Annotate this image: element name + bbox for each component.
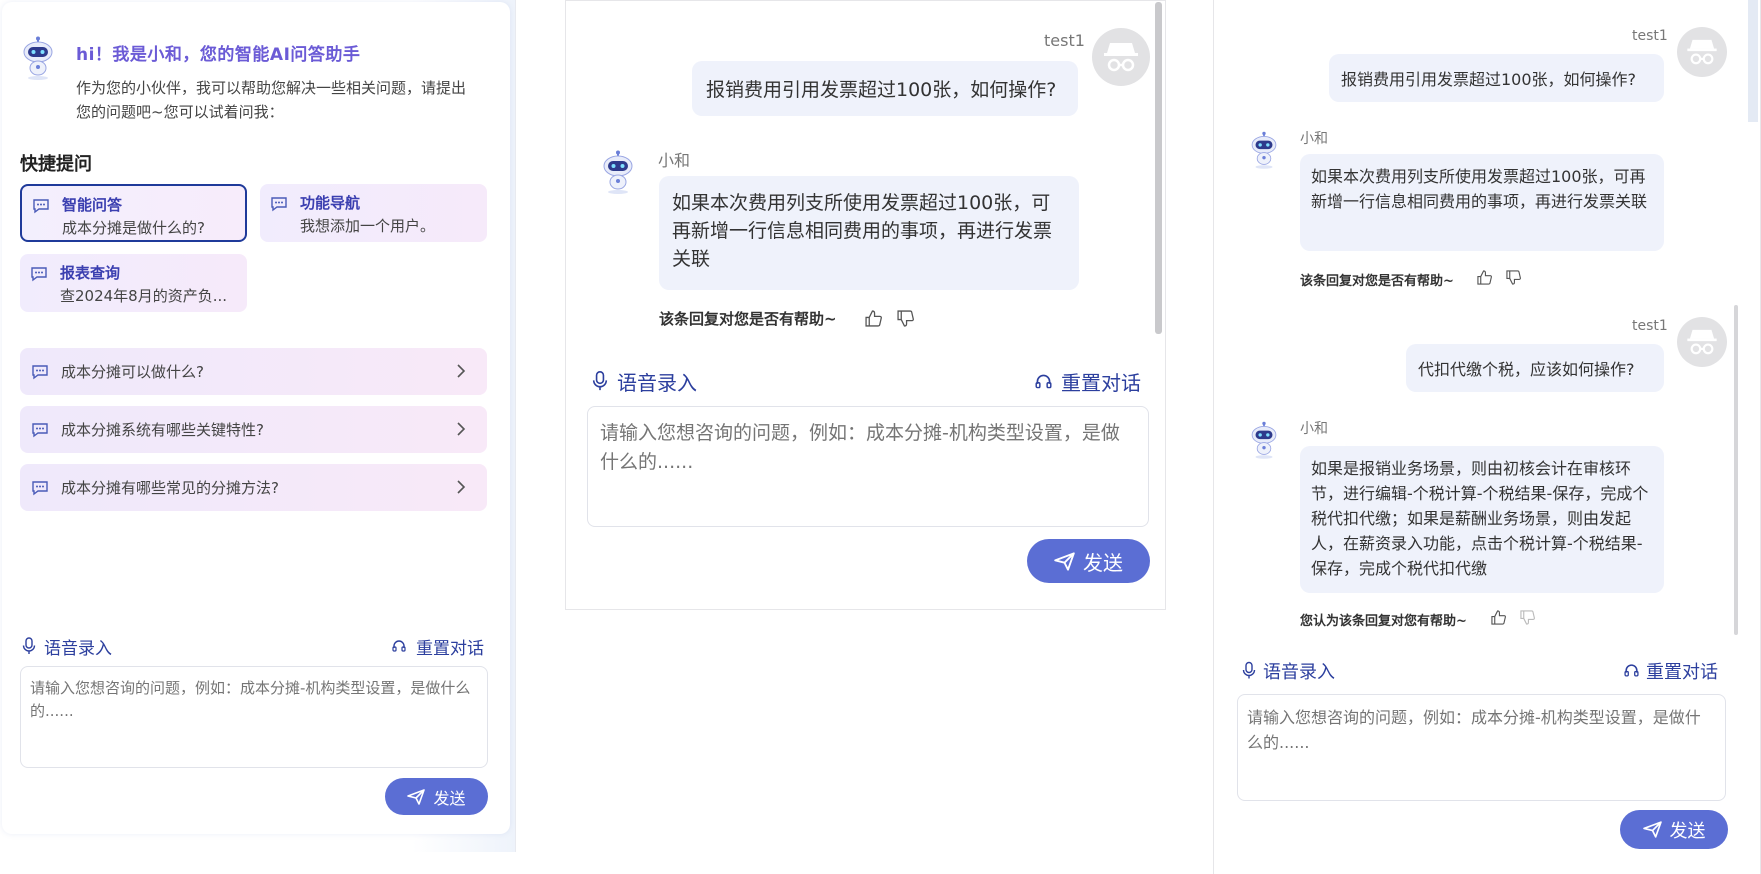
bot-name: 小和 bbox=[1300, 131, 1328, 147]
bot-name: 小和 bbox=[1300, 421, 1328, 437]
chat-icon bbox=[31, 267, 47, 282]
send-icon bbox=[1054, 551, 1075, 571]
thumbs-up-icon[interactable] bbox=[1491, 610, 1506, 625]
scrollbar[interactable] bbox=[1155, 2, 1162, 334]
robot-avatar-icon bbox=[1251, 131, 1277, 169]
send-label: 发送 bbox=[433, 788, 466, 808]
scrollbar-track bbox=[1748, 0, 1758, 122]
bot-message-bubble: 如果是报销业务场景，则由初核会计在审核环节，进行编辑-个税计算-个税结果-保存，… bbox=[1300, 446, 1664, 593]
suggestion-item[interactable]: 成本分摊系统有哪些关键特性? bbox=[20, 406, 487, 453]
chevron-right-icon bbox=[457, 480, 466, 494]
user-name: test1 bbox=[1632, 28, 1668, 44]
user-name: test1 bbox=[1632, 318, 1668, 334]
suggestion-text: 成本分摊有哪些常见的分摊方法? bbox=[61, 479, 279, 497]
send-icon bbox=[1642, 821, 1662, 838]
reset-conversation-label: 重置对话 bbox=[1061, 371, 1141, 395]
helpful-prompt: 您认为该条回复对您有帮助~ bbox=[1300, 614, 1467, 629]
chat-icon bbox=[32, 423, 48, 438]
chevron-right-icon bbox=[457, 422, 466, 436]
chat-icon bbox=[33, 199, 49, 214]
incognito-icon bbox=[1104, 43, 1138, 72]
quick-card-title: 功能导航 bbox=[300, 194, 361, 212]
thumbs-down-icon[interactable] bbox=[897, 310, 914, 327]
question-input[interactable] bbox=[587, 406, 1149, 527]
quick-card-report-query[interactable]: 报表查询 查2024年8月的资产负... bbox=[20, 254, 247, 312]
headset-icon bbox=[1624, 664, 1639, 677]
chat-panel-history: test1 报销费用引用发票超过100张，如何操作? 小和 如果本次费用列支所使… bbox=[1213, 0, 1761, 874]
question-input[interactable] bbox=[1237, 694, 1726, 801]
send-label: 发送 bbox=[1669, 820, 1706, 842]
suggestion-item[interactable]: 成本分摊有哪些常见的分摊方法? bbox=[20, 464, 487, 511]
reset-conversation-button[interactable]: 重置对话 bbox=[1035, 367, 1165, 395]
reset-conversation-label: 重置对话 bbox=[416, 639, 484, 659]
greeting-title: hi！我是小和，您的智能AI问答助手 bbox=[76, 45, 361, 65]
thumbs-up-icon[interactable] bbox=[865, 310, 882, 327]
quick-card-function-nav[interactable]: 功能导航 我想添加一个用户。 bbox=[260, 184, 487, 242]
quick-card-smart-qa[interactable]: 智能问答 成本分摊是做什么的? bbox=[20, 184, 247, 242]
suggestion-item[interactable]: 成本分摊可以做什么? bbox=[20, 348, 487, 395]
microphone-icon bbox=[22, 637, 36, 654]
suggestion-text: 成本分摊系统有哪些关键特性? bbox=[61, 421, 264, 439]
user-avatar bbox=[1677, 317, 1727, 367]
quick-questions-title: 快捷提问 bbox=[20, 154, 92, 175]
chevron-right-icon bbox=[457, 364, 466, 378]
voice-input-label: 语音录入 bbox=[44, 639, 112, 659]
headset-icon bbox=[392, 640, 406, 652]
voice-input-label: 语音录入 bbox=[1263, 662, 1335, 683]
reset-conversation-label: 重置对话 bbox=[1646, 662, 1718, 683]
greeting-description: 作为您的小伙伴，我可以帮助您解决一些相关问题，请提出您的问题吧~您可以试着问我： bbox=[76, 79, 467, 121]
send-button[interactable]: 发送 bbox=[385, 778, 488, 815]
bot-message-bubble: 如果本次费用列支所使用发票超过100张，可再新增一行信息相同费用的事项，再进行发… bbox=[1300, 154, 1664, 251]
send-icon bbox=[407, 788, 426, 805]
voice-input-button[interactable]: 语音录入 bbox=[1240, 658, 1360, 683]
bot-name: 小和 bbox=[658, 151, 691, 170]
send-label: 发送 bbox=[1083, 550, 1123, 575]
voice-input-button[interactable]: 语音录入 bbox=[20, 634, 130, 659]
chat-panel-single: test1 报销费用引用发票超过100张，如何操作? 小和 如果本次费用列支所使… bbox=[565, 0, 1166, 610]
thumbs-down-icon[interactable] bbox=[1506, 270, 1521, 285]
voice-input-label: 语音录入 bbox=[617, 371, 697, 395]
quick-card-subtitle: 成本分摊是做什么的? bbox=[62, 219, 205, 237]
robot-avatar-icon bbox=[23, 36, 53, 80]
thumbs-up-icon[interactable] bbox=[1477, 270, 1492, 285]
user-name: test1 bbox=[1044, 31, 1085, 50]
bot-message-bubble: 如果本次费用列支所使用发票超过100张，可再新增一行信息相同费用的事项，再进行发… bbox=[659, 176, 1079, 290]
helpful-prompt: 该条回复对您是否有帮助~ bbox=[659, 310, 837, 328]
send-button[interactable]: 发送 bbox=[1620, 810, 1728, 849]
suggestion-text: 成本分摊可以做什么? bbox=[61, 363, 204, 381]
thumbs-down-icon[interactable] bbox=[1520, 610, 1535, 625]
incognito-icon bbox=[1687, 39, 1717, 65]
reset-conversation-button[interactable]: 重置对话 bbox=[392, 634, 492, 659]
question-input[interactable] bbox=[20, 666, 488, 768]
assistant-welcome-panel: hi！我是小和，您的智能AI问答助手 作为您的小伙伴，我可以帮助您解决一些相关问… bbox=[0, 0, 516, 852]
robot-avatar-icon bbox=[1251, 421, 1277, 459]
quick-card-subtitle: 查2024年8月的资产负... bbox=[60, 287, 228, 305]
quick-card-title: 报表查询 bbox=[60, 264, 121, 282]
user-avatar bbox=[1677, 27, 1727, 77]
incognito-icon bbox=[1687, 329, 1717, 355]
user-message-bubble: 代扣代缴个税，应该如何操作? bbox=[1406, 344, 1664, 392]
quick-card-title: 智能问答 bbox=[62, 196, 123, 214]
chat-icon bbox=[32, 481, 48, 496]
helpful-prompt: 该条回复对您是否有帮助~ bbox=[1300, 274, 1454, 289]
quick-card-subtitle: 我想添加一个用户。 bbox=[300, 217, 436, 235]
user-avatar bbox=[1092, 28, 1150, 86]
microphone-icon bbox=[1242, 661, 1256, 679]
chat-icon bbox=[271, 197, 287, 212]
user-message-bubble: 报销费用引用发票超过100张，如何操作? bbox=[1329, 54, 1664, 102]
welcome-card: hi！我是小和，您的智能AI问答助手 作为您的小伙伴，我可以帮助您解决一些相关问… bbox=[2, 2, 510, 834]
scrollbar[interactable] bbox=[1734, 305, 1738, 635]
voice-input-button[interactable]: 语音录入 bbox=[590, 367, 720, 395]
user-message-bubble: 报销费用引用发票超过100张，如何操作? bbox=[692, 61, 1078, 116]
headset-icon bbox=[1035, 374, 1052, 389]
microphone-icon bbox=[592, 371, 608, 391]
robot-avatar-icon bbox=[603, 150, 633, 194]
reset-conversation-button[interactable]: 重置对话 bbox=[1624, 658, 1739, 683]
chat-icon bbox=[32, 365, 48, 380]
send-button[interactable]: 发送 bbox=[1027, 539, 1150, 583]
